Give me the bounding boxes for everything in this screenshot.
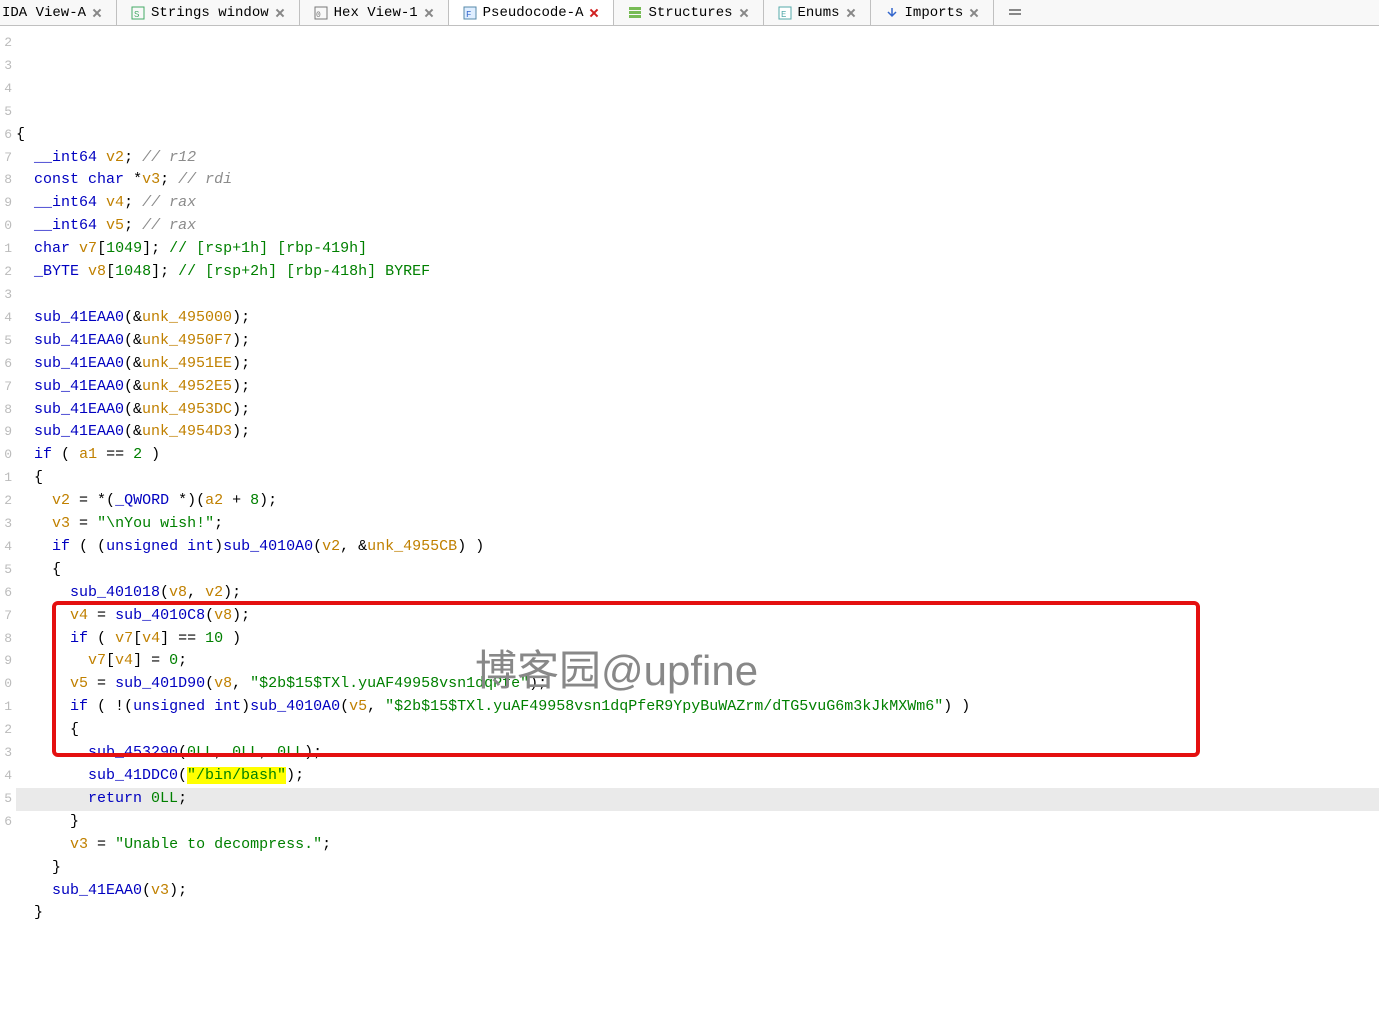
enum-icon: E — [778, 6, 792, 20]
code-line: if ( (unsigned int)sub_4010A0(v2, &unk_4… — [16, 538, 484, 555]
code-line: sub_41EAA0(&unk_4953DC); — [16, 401, 250, 418]
code-line: _BYTE v8[1048]; // [rsp+2h] [rbp-418h] B… — [16, 263, 430, 280]
code-line: __int64 v2; // r12 — [16, 149, 196, 166]
code-line: v2 = *(_QWORD *)(a2 + 8); — [16, 492, 277, 509]
close-icon[interactable] — [969, 8, 979, 18]
tab-label: IDA View-A — [2, 5, 86, 21]
code-line: { — [16, 469, 43, 486]
tab-imports[interactable]: Imports — [871, 0, 995, 25]
code-line: __int64 v5; // rax — [16, 217, 196, 234]
code-line: sub_41DDC0("/bin/bash"); — [16, 767, 304, 784]
code-editor[interactable]: 2 3 4 5 6 7 8 9 0 1 2 3 4 5 6 7 8 9 0 1 … — [0, 26, 1379, 1017]
tab-label: Structures — [648, 5, 732, 21]
overflow-icon — [1008, 6, 1022, 20]
code-line: v3 = "Unable to decompress."; — [16, 836, 331, 853]
code-line: char v7[1049]; // [rsp+1h] [rbp-419h] — [16, 240, 367, 257]
code-line — [16, 286, 25, 303]
svg-text:F: F — [466, 10, 471, 20]
tab-label: Hex View-1 — [334, 5, 418, 21]
tab-enums[interactable]: E Enums — [764, 0, 871, 25]
code-line: if ( !(unsigned int)sub_4010A0(v5, "$2b$… — [16, 698, 970, 715]
close-icon[interactable] — [846, 8, 856, 18]
close-icon[interactable] — [424, 8, 434, 18]
hex-icon: 0 — [314, 6, 328, 20]
tab-bar: IDA View-A S Strings window 0 Hex View-1… — [0, 0, 1379, 26]
code-line: sub_453290(0LL, 0LL, 0LL); — [16, 744, 322, 761]
svg-text:E: E — [781, 10, 786, 20]
code-line: sub_41EAA0(&unk_495000); — [16, 309, 250, 326]
tab-overflow[interactable] — [994, 0, 1036, 25]
tab-hex[interactable]: 0 Hex View-1 — [300, 0, 449, 25]
code-line: sub_401018(v8, v2); — [16, 584, 241, 601]
svg-text:0: 0 — [316, 11, 321, 20]
code-line: { — [16, 561, 61, 578]
code-line: v3 = "\nYou wish!"; — [16, 515, 223, 532]
code-line: sub_41EAA0(&unk_4951EE); — [16, 355, 250, 372]
code-line: sub_41EAA0(&unk_4952E5); — [16, 378, 250, 395]
svg-text:S: S — [134, 10, 139, 20]
tab-label: Imports — [905, 5, 964, 21]
tab-label: Enums — [798, 5, 840, 21]
code-line: return 0LL; — [16, 788, 1379, 811]
close-icon[interactable] — [739, 8, 749, 18]
tab-structures[interactable]: Structures — [614, 0, 763, 25]
code-line: if ( v7[v4] == 10 ) — [16, 630, 241, 647]
close-icon[interactable] — [275, 8, 285, 18]
code-line: v5 = sub_401D90(v8, "$2b$15$TXl.yuAF4995… — [16, 675, 547, 692]
code-line: const char *v3; // rdi — [16, 171, 232, 188]
tab-label: Strings window — [151, 5, 269, 21]
code-line: if ( a1 == 2 ) — [16, 446, 160, 463]
tab-strings[interactable]: S Strings window — [117, 0, 300, 25]
struct-icon — [628, 6, 642, 20]
code-line: } — [16, 904, 43, 921]
code-line: sub_41EAA0(&unk_4954D3); — [16, 423, 250, 440]
pseudo-icon: F — [463, 6, 477, 20]
code-line: { — [16, 126, 25, 143]
code-line: { — [16, 721, 79, 738]
tab-ida-view[interactable]: IDA View-A — [0, 0, 117, 25]
code-line: v7[v4] = 0; — [16, 652, 187, 669]
strings-icon: S — [131, 6, 145, 20]
code-line: __int64 v4; // rax — [16, 194, 196, 211]
code-line: } — [16, 813, 79, 830]
code-content: { __int64 v2; // r12 const char *v3; // … — [16, 101, 1379, 926]
code-line: } — [16, 859, 61, 876]
code-line: v4 = sub_4010C8(v8); — [16, 607, 250, 624]
imports-icon — [885, 6, 899, 20]
close-icon[interactable] — [92, 8, 102, 18]
line-gutter: 2 3 4 5 6 7 8 9 0 1 2 3 4 5 6 7 8 9 0 1 … — [0, 32, 12, 1017]
close-icon[interactable] — [589, 8, 599, 18]
tab-pseudocode[interactable]: F Pseudocode-A — [449, 0, 615, 25]
code-line: sub_41EAA0(&unk_4950F7); — [16, 332, 250, 349]
tab-label: Pseudocode-A — [483, 5, 584, 21]
code-line: sub_41EAA0(v3); — [16, 882, 187, 899]
